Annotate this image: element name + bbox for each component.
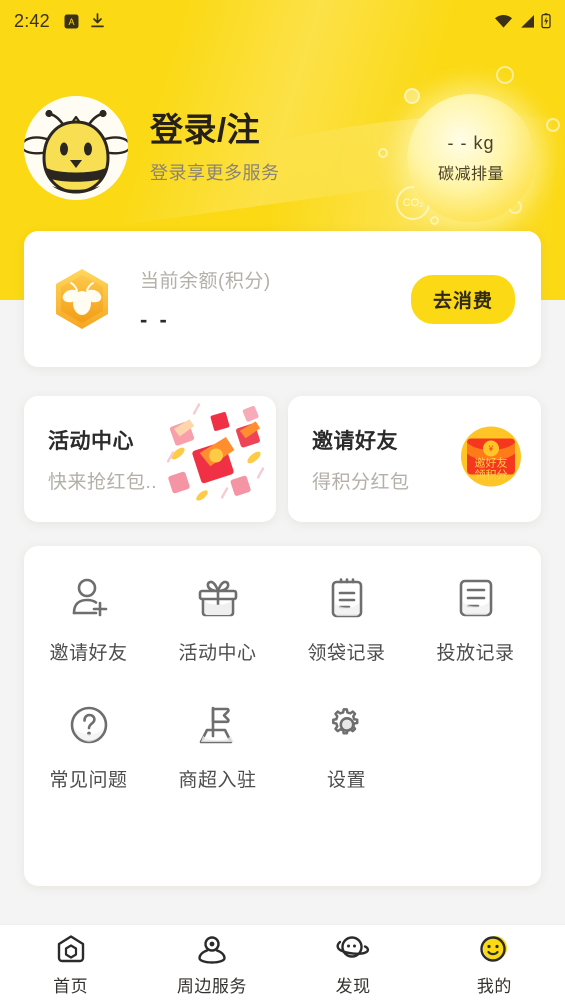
menu-item-activity-center[interactable]: 活动中心: [153, 572, 282, 665]
menu-item-label: 邀请好友: [49, 643, 128, 664]
promo-card-activity-center[interactable]: 活动中心 快来抢红包..: [24, 396, 276, 522]
promo-subtitle: 得积分红包: [312, 471, 410, 493]
promo-text-group: 活动中心 快来抢红包..: [24, 425, 157, 494]
menu-item-label: 领袋记录: [307, 643, 386, 664]
menu-card: 邀请好友 活动中心 领袋记录 投放记录 常见问题 商超入驻 设置: [24, 546, 541, 886]
discover-planet-icon: [336, 932, 370, 966]
menu-item-merchant-onboarding[interactable]: 商超入驻: [153, 699, 282, 792]
menu-row-1: 邀请好友 活动中心 领袋记录 投放记录: [24, 572, 541, 665]
gift-icon: [195, 572, 241, 624]
nav-item-home[interactable]: 首页: [0, 932, 141, 997]
svg-text:A: A: [68, 17, 74, 27]
menu-item-bag-records[interactable]: 领袋记录: [282, 572, 411, 665]
nav-item-label: 首页: [53, 977, 89, 996]
nav-item-profile[interactable]: 我的: [424, 932, 565, 997]
menu-item-settings[interactable]: 设置: [282, 699, 411, 792]
menu-item-delivery-records[interactable]: 投放记录: [411, 572, 540, 665]
question-circle-icon: [66, 699, 112, 751]
decor-bubble: [378, 148, 388, 158]
bottom-navigation-bar: 首页 周边服务 发现 我的: [0, 924, 565, 1004]
menu-item-label: 活动中心: [178, 643, 257, 664]
svg-text:¥: ¥: [488, 445, 494, 454]
menu-item-label: 商超入驻: [178, 770, 257, 791]
menu-item-label: 设置: [326, 770, 366, 791]
decor-bubble: [404, 88, 420, 104]
battery-icon: [541, 13, 551, 29]
promo-title: 邀请好友: [312, 429, 398, 453]
red-envelopes-illustration: [154, 402, 272, 517]
status-bar-clock: 2:42: [14, 10, 50, 31]
promo-subtitle: 快来抢红包..: [48, 471, 158, 493]
decor-bubble: [496, 66, 514, 84]
profile-subtitle: 登录享更多服务: [150, 162, 280, 183]
gear-icon: [324, 699, 370, 751]
spend-button[interactable]: 去消费: [410, 274, 515, 324]
avatar[interactable]: [24, 96, 128, 200]
invite-badge-line2: 领积分: [475, 469, 508, 482]
profile-text-group: 登录/注 登录享更多服务: [150, 111, 280, 185]
app-root: 2:42 A 登录/注 登录享更多服务 - - kg 碳减排量 CO₂ 当前余额…: [0, 0, 565, 1004]
menu-row-2: 常见问题 商超入驻 设置: [24, 699, 541, 792]
menu-item-invite-friends[interactable]: 邀请好友: [24, 572, 153, 665]
clipboard-icon: [324, 572, 370, 624]
menu-item-label: 投放记录: [436, 643, 515, 664]
profile-header[interactable]: 登录/注 登录享更多服务: [24, 96, 280, 200]
user-add-icon: [66, 572, 112, 624]
cellular-signal-icon: [521, 14, 534, 28]
status-bar-system-icons: [494, 13, 551, 29]
carbon-label: 碳减排量: [437, 165, 504, 183]
nav-item-label: 发现: [335, 977, 371, 996]
status-bar: 2:42 A: [0, 0, 565, 42]
promo-title: 活动中心: [48, 429, 134, 453]
carbon-reduction-badge[interactable]: - - kg 碳减排量: [407, 94, 535, 222]
menu-item-placeholder: [411, 699, 540, 792]
menu-item-label: 常见问题: [49, 770, 128, 791]
flag-store-icon: [195, 699, 241, 751]
promo-card-invite-friends[interactable]: 邀请好友 得积分红包 ¥ 邀好友 领积分: [288, 396, 541, 522]
bee-avatar-icon: [24, 96, 128, 200]
balance-card: 当前余额(积分) - - 去消费: [24, 231, 541, 367]
menu-item-faq[interactable]: 常见问题: [24, 699, 153, 792]
balance-label: 当前余额(积分): [140, 270, 271, 292]
status-bar-notification-icons: A: [64, 13, 105, 29]
honeycomb-bee-icon: [50, 267, 114, 331]
app-badge-icon: A: [64, 14, 79, 28]
decor-bubble: [546, 118, 560, 132]
wifi-icon: [495, 14, 512, 28]
smiley-profile-icon: [478, 932, 510, 966]
invite-envelope-badge-icon: ¥ 邀好友 领积分: [455, 421, 527, 498]
balance-text-group: 当前余额(积分) - -: [140, 266, 411, 333]
download-icon: [90, 13, 104, 28]
invite-badge-line1: 邀好友: [475, 456, 508, 470]
location-pin-icon: [196, 932, 228, 966]
page-title: 登录/注: [150, 111, 261, 149]
nav-item-nearby-services[interactable]: 周边服务: [141, 932, 282, 997]
document-icon: [453, 572, 499, 624]
balance-value: - -: [140, 306, 170, 332]
nav-item-discover[interactable]: 发现: [283, 932, 424, 997]
carbon-value: - - kg: [447, 132, 495, 153]
nav-item-label: 周边服务: [176, 977, 247, 996]
nav-item-label: 我的: [476, 977, 512, 996]
home-icon: [55, 932, 87, 966]
decor-bubble: [430, 216, 439, 225]
promo-text-group: 邀请好友 得积分红包: [288, 425, 410, 494]
